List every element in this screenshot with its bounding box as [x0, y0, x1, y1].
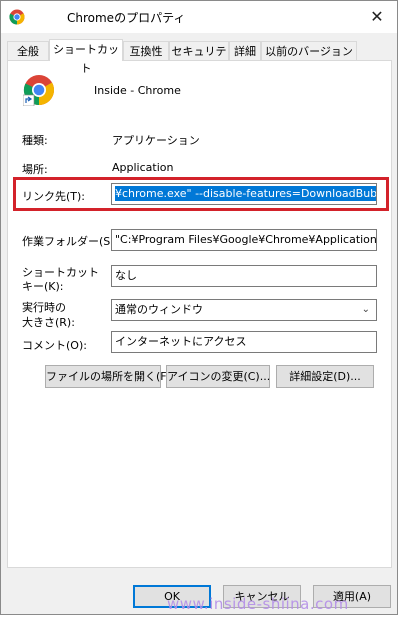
- target-value: ¥chrome.exe" --disable-features=Download…: [115, 186, 376, 201]
- tab-compatibility[interactable]: 互換性: [123, 41, 169, 60]
- close-button[interactable]: ✕: [361, 3, 393, 31]
- hotkey-label-line2: キー(K):: [22, 280, 64, 293]
- change-icon-button[interactable]: アイコンの変更(C)...: [166, 365, 270, 388]
- run-label-line1: 実行時の: [22, 301, 66, 314]
- window-title: Chromeのプロパティ: [67, 11, 186, 25]
- advanced-button[interactable]: 詳細設定(D)...: [276, 365, 374, 388]
- target-label: リンク先(T):: [22, 190, 86, 203]
- type-label: 種類:: [22, 134, 48, 147]
- run-size-value: 通常のウィンドウ: [115, 303, 203, 316]
- tab-general[interactable]: 全般: [7, 41, 49, 60]
- shortcut-panel: Inside - Chrome 種類: アプリケーション 場所: Applica…: [7, 60, 392, 568]
- type-value: アプリケーション: [112, 134, 200, 147]
- comment-label: コメント(O):: [22, 339, 87, 352]
- watermark: www.inside-shiina.com: [167, 595, 349, 613]
- location-label: 場所:: [22, 163, 48, 176]
- properties-dialog: Chromeのプロパティ ✕ 全般 ショートカット 互換性 セキュリティ 詳細 …: [0, 0, 398, 615]
- hotkey-field[interactable]: なし: [111, 265, 377, 287]
- comment-field[interactable]: インターネットにアクセス: [111, 331, 377, 353]
- location-value: Application: [112, 161, 174, 174]
- title-bar: Chromeのプロパティ ✕: [1, 1, 397, 33]
- chrome-icon: [23, 75, 55, 106]
- tab-security[interactable]: セキュリティ: [169, 41, 229, 77]
- tab-strip: 全般 ショートカット 互換性 セキュリティ 詳細 以前のバージョン: [7, 39, 393, 77]
- chevron-down-icon: ⌄: [361, 304, 370, 315]
- target-field[interactable]: ¥chrome.exe" --disable-features=Download…: [111, 183, 377, 205]
- open-file-location-button[interactable]: ファイルの場所を開く(F): [45, 365, 171, 388]
- chrome-icon: [9, 9, 25, 25]
- start-in-field[interactable]: "C:¥Program Files¥Google¥Chrome¥Applicat…: [111, 229, 377, 251]
- start-in-label: 作業フォルダー(S):: [22, 235, 119, 248]
- run-size-select[interactable]: 通常のウィンドウ ⌄: [111, 299, 377, 321]
- tab-previous-versions[interactable]: 以前のバージョン: [261, 41, 357, 60]
- run-label-line2: 大きさ(R):: [22, 316, 75, 329]
- tab-details[interactable]: 詳細: [229, 41, 261, 60]
- tab-shortcut[interactable]: ショートカット: [49, 39, 123, 75]
- shortcut-name: Inside - Chrome: [94, 84, 181, 97]
